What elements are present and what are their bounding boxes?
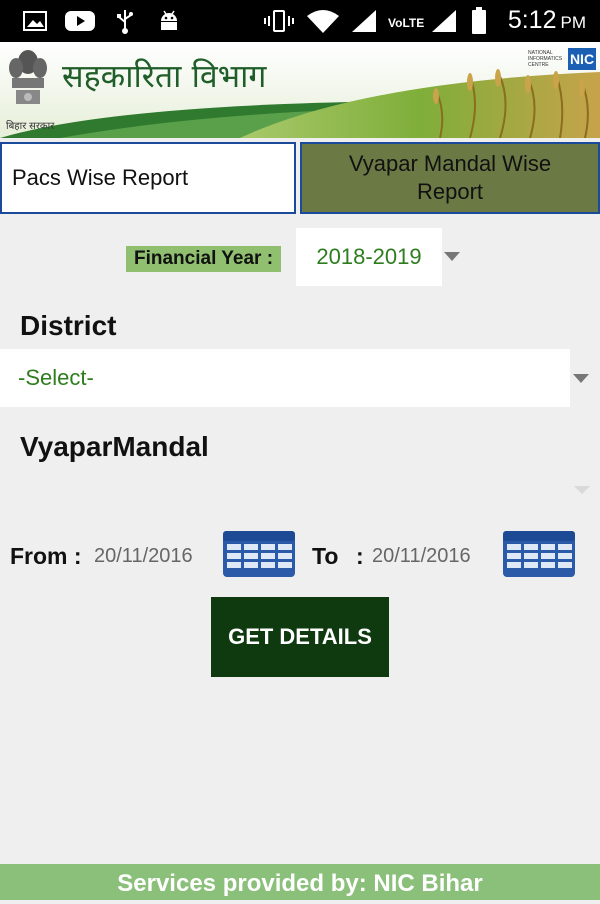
signal-icon	[350, 8, 378, 34]
financial-year-select[interactable]: 2018-2019	[296, 228, 442, 286]
chevron-down-icon[interactable]	[573, 374, 589, 383]
chevron-down-icon[interactable]	[444, 252, 460, 261]
tab-pacs-wise-report[interactable]: Pacs Wise Report	[0, 142, 296, 214]
wifi-icon	[306, 8, 340, 34]
to-label: To	[312, 543, 339, 569]
district-select[interactable]: -Select-	[0, 349, 570, 407]
vyapar-mandal-label: VyaparMandal	[20, 431, 209, 462]
emblem-icon	[9, 50, 47, 104]
to-separator: :	[356, 543, 364, 569]
nic-logo: NATIONAL INFORMATICS CENTRE NIC	[528, 48, 596, 70]
district-label: District	[20, 310, 117, 341]
footer-credit: Services provided by: NIC Bihar	[0, 864, 600, 900]
calendar-icon[interactable]	[222, 530, 296, 578]
android-icon	[156, 8, 182, 34]
volte-label: VoLTE	[388, 16, 425, 30]
calendar-icon[interactable]	[502, 530, 576, 578]
vibrate-icon	[262, 8, 296, 34]
usb-icon	[114, 8, 136, 34]
signal-icon	[430, 8, 458, 34]
department-title: सहकारिता विभाग	[62, 57, 267, 95]
header-banner: सहकारिता विभाग बिहार सरकार NATIONAL INFO…	[0, 42, 600, 138]
battery-icon	[470, 7, 488, 34]
from-label: From :	[10, 543, 82, 569]
get-details-button[interactable]: GET DETAILS	[211, 597, 389, 677]
financial-year-label: Financial Year :	[126, 246, 282, 272]
image-icon	[22, 8, 48, 34]
video-icon	[64, 8, 96, 34]
government-caption: बिहार सरकार	[6, 121, 55, 132]
report-tabs: Pacs Wise Report Vyapar Mandal Wise Repo…	[0, 142, 600, 218]
tab-vyapar-mandal-wise-report[interactable]: Vyapar Mandal Wise Report	[300, 142, 600, 214]
to-date-field[interactable]: 20/11/2016	[372, 545, 471, 568]
from-date-field[interactable]: 20/11/2016	[94, 545, 193, 568]
chevron-down-icon[interactable]	[574, 486, 590, 494]
status-bar: VoLTE 5:12 PM	[0, 0, 600, 42]
vyapar-mandal-select[interactable]	[0, 470, 600, 510]
clock: 5:12 PM	[507, 6, 586, 34]
